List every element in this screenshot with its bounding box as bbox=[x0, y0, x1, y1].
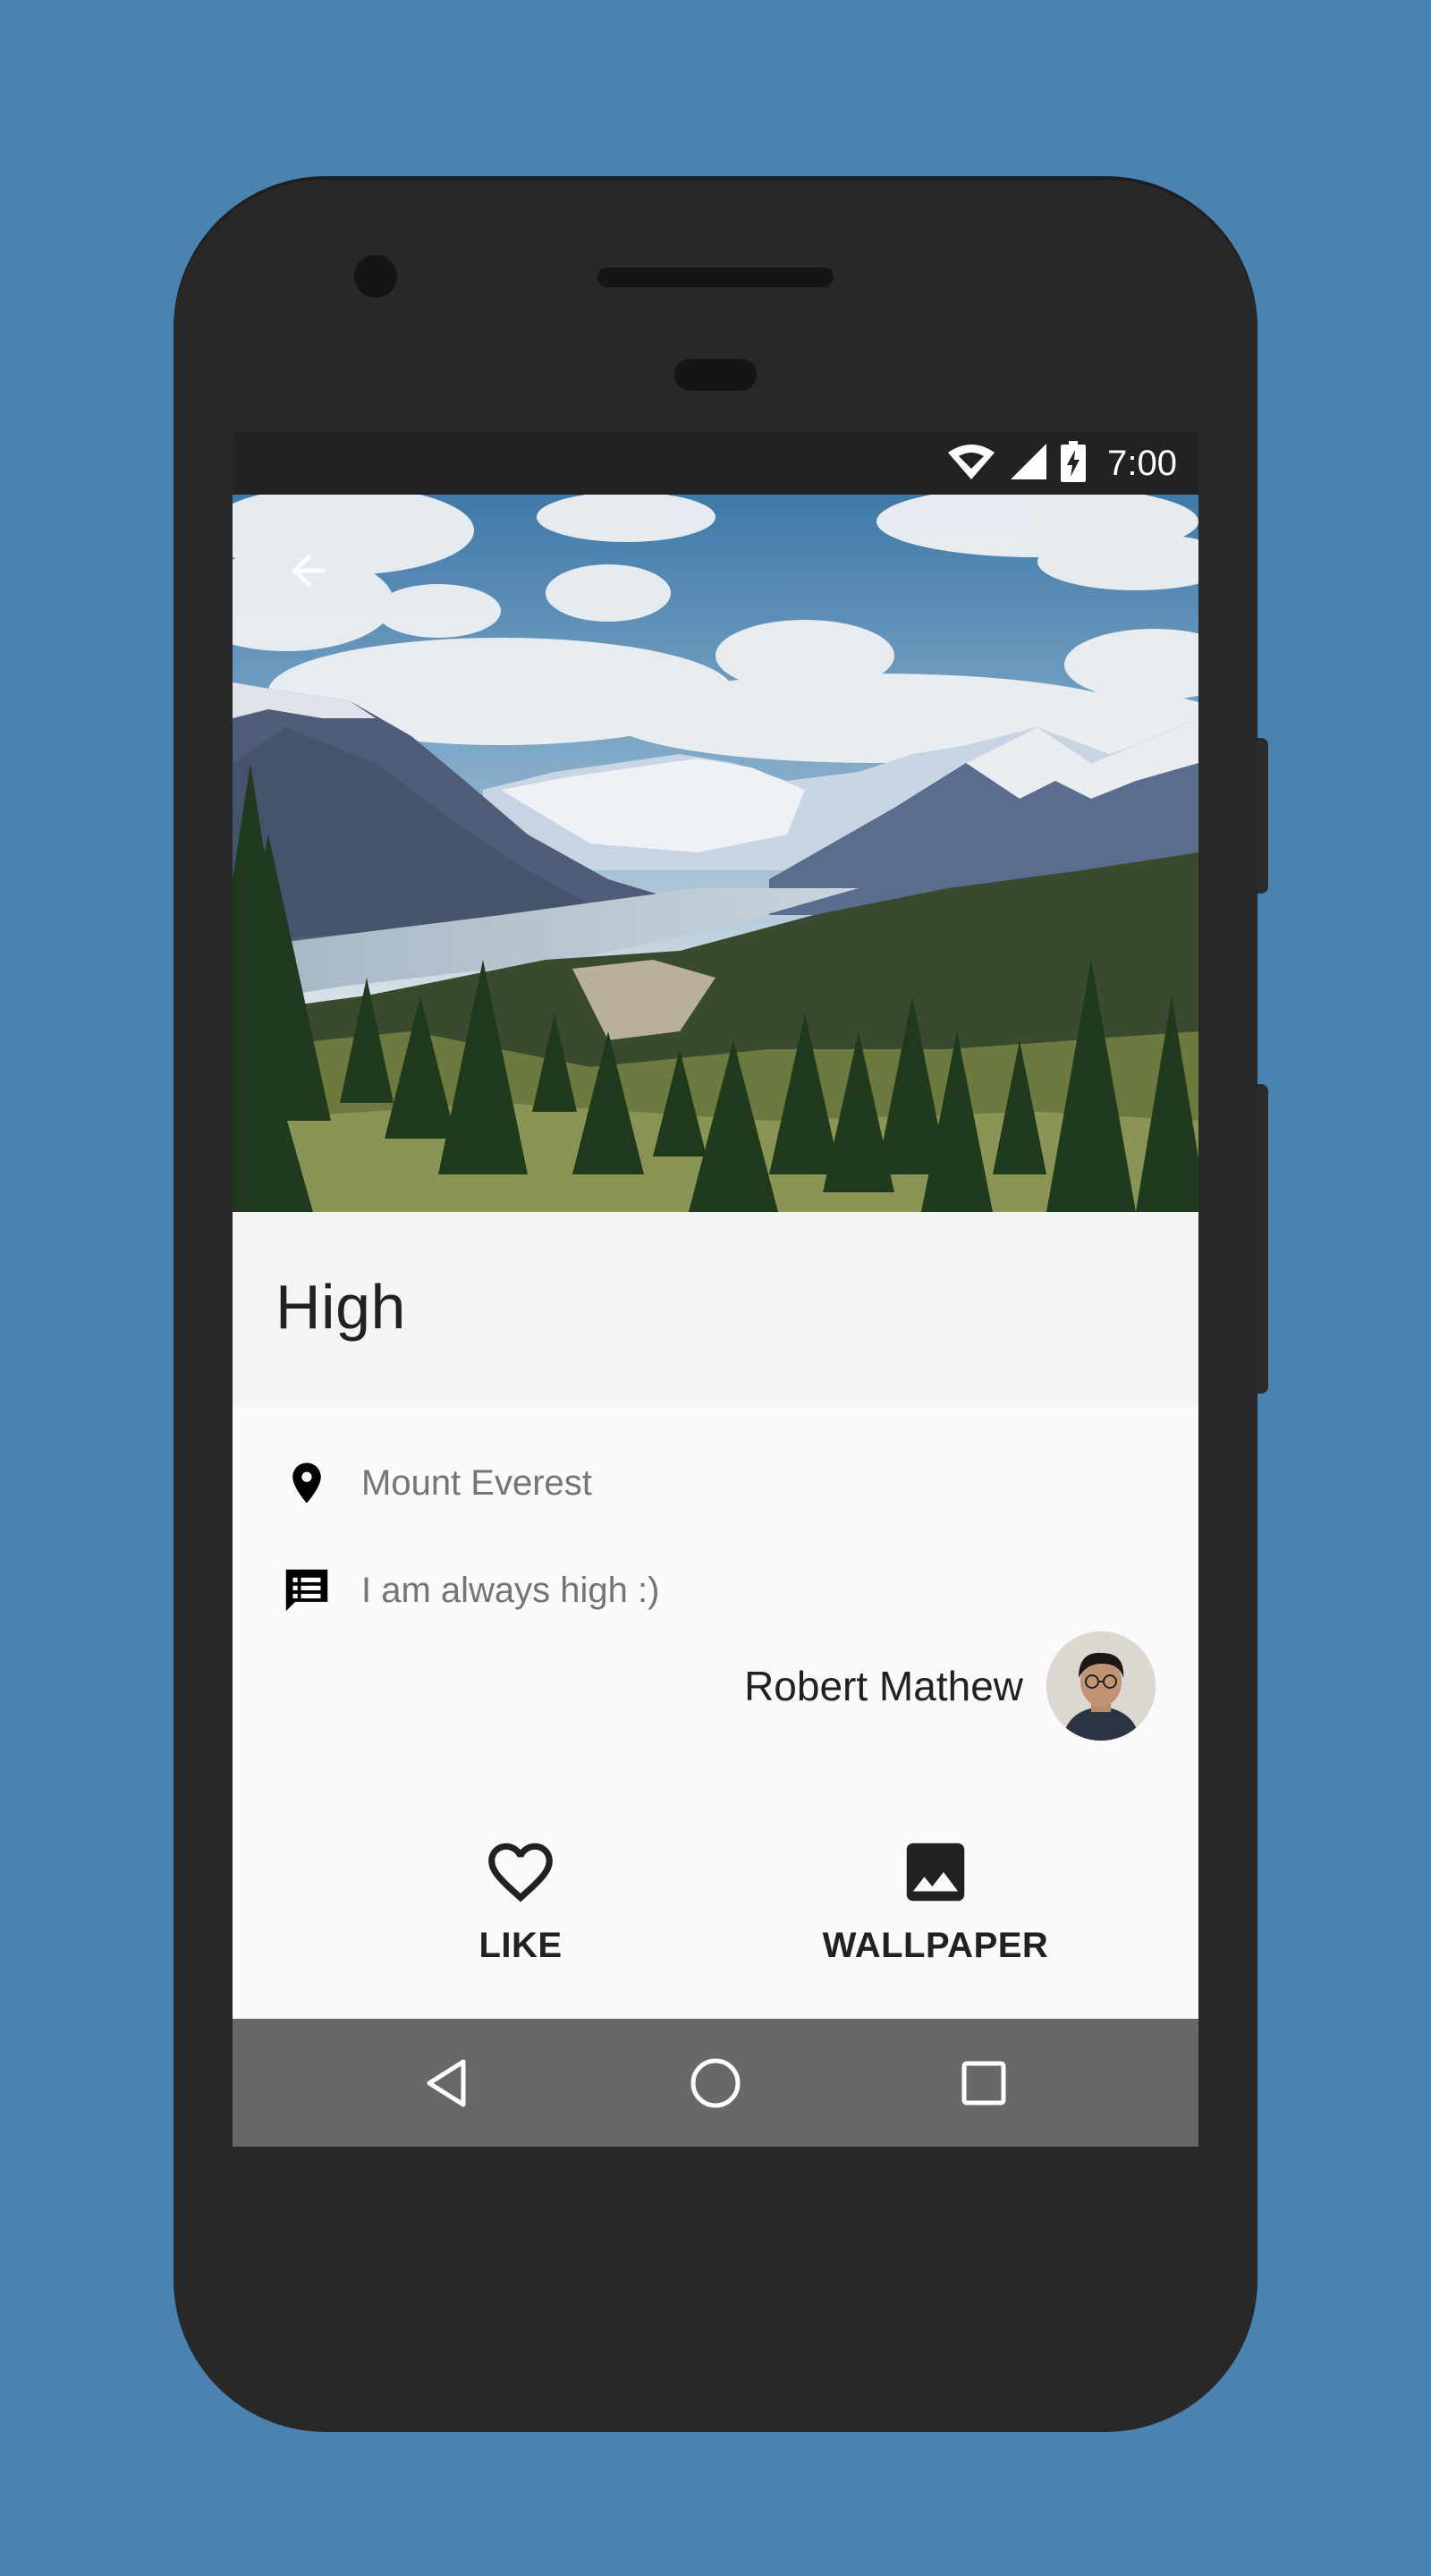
location-pin-icon bbox=[275, 1452, 338, 1514]
power-button bbox=[1257, 738, 1268, 894]
recents-square-icon bbox=[961, 2061, 1006, 2106]
proximity-sensor bbox=[674, 359, 757, 391]
image-icon bbox=[897, 1834, 974, 1915]
nav-back-button[interactable] bbox=[415, 2051, 479, 2115]
app-screen: 7:00 High Mount Everest I am always high… bbox=[233, 432, 1198, 2147]
avatar[interactable] bbox=[1046, 1631, 1156, 1741]
description-text: I am always high :) bbox=[361, 1570, 660, 1610]
arrow-left-icon bbox=[292, 554, 326, 588]
system-nav-bar bbox=[233, 2019, 1198, 2147]
back-button[interactable] bbox=[277, 539, 340, 602]
home-circle-icon bbox=[690, 2058, 741, 2108]
comment-list-icon bbox=[275, 1559, 338, 1622]
wallpaper-label: WALLPAPER bbox=[822, 1926, 1049, 1965]
earpiece-speaker bbox=[597, 267, 834, 287]
description-row: I am always high :) bbox=[275, 1559, 659, 1622]
location-text: Mount Everest bbox=[361, 1462, 592, 1503]
front-camera bbox=[354, 255, 397, 298]
like-label: LIKE bbox=[478, 1926, 563, 1965]
heart-outline-icon bbox=[482, 1834, 559, 1915]
battery-charging-icon bbox=[1061, 440, 1087, 487]
wallpaper-button[interactable]: WALLPAPER bbox=[783, 1834, 1088, 1986]
author-name[interactable]: Robert Mathew bbox=[744, 1662, 1023, 1710]
title-band: High bbox=[233, 1212, 1198, 1407]
wifi-icon bbox=[946, 442, 996, 486]
cell-signal-icon bbox=[1009, 442, 1048, 486]
nav-recents-button[interactable] bbox=[952, 2051, 1016, 2115]
location-row: Mount Everest bbox=[275, 1452, 592, 1514]
like-button[interactable]: LIKE bbox=[368, 1834, 673, 1986]
back-triangle-icon bbox=[427, 2059, 466, 2107]
status-bar: 7:00 bbox=[233, 432, 1198, 495]
nav-home-button[interactable] bbox=[683, 2051, 748, 2115]
volume-button bbox=[1257, 1084, 1268, 1394]
author-section[interactable]: Robert Mathew bbox=[744, 1631, 1156, 1741]
page-title: High bbox=[275, 1272, 406, 1342]
hero-landscape-image bbox=[233, 495, 1198, 1212]
status-time: 7:00 bbox=[1107, 443, 1177, 483]
